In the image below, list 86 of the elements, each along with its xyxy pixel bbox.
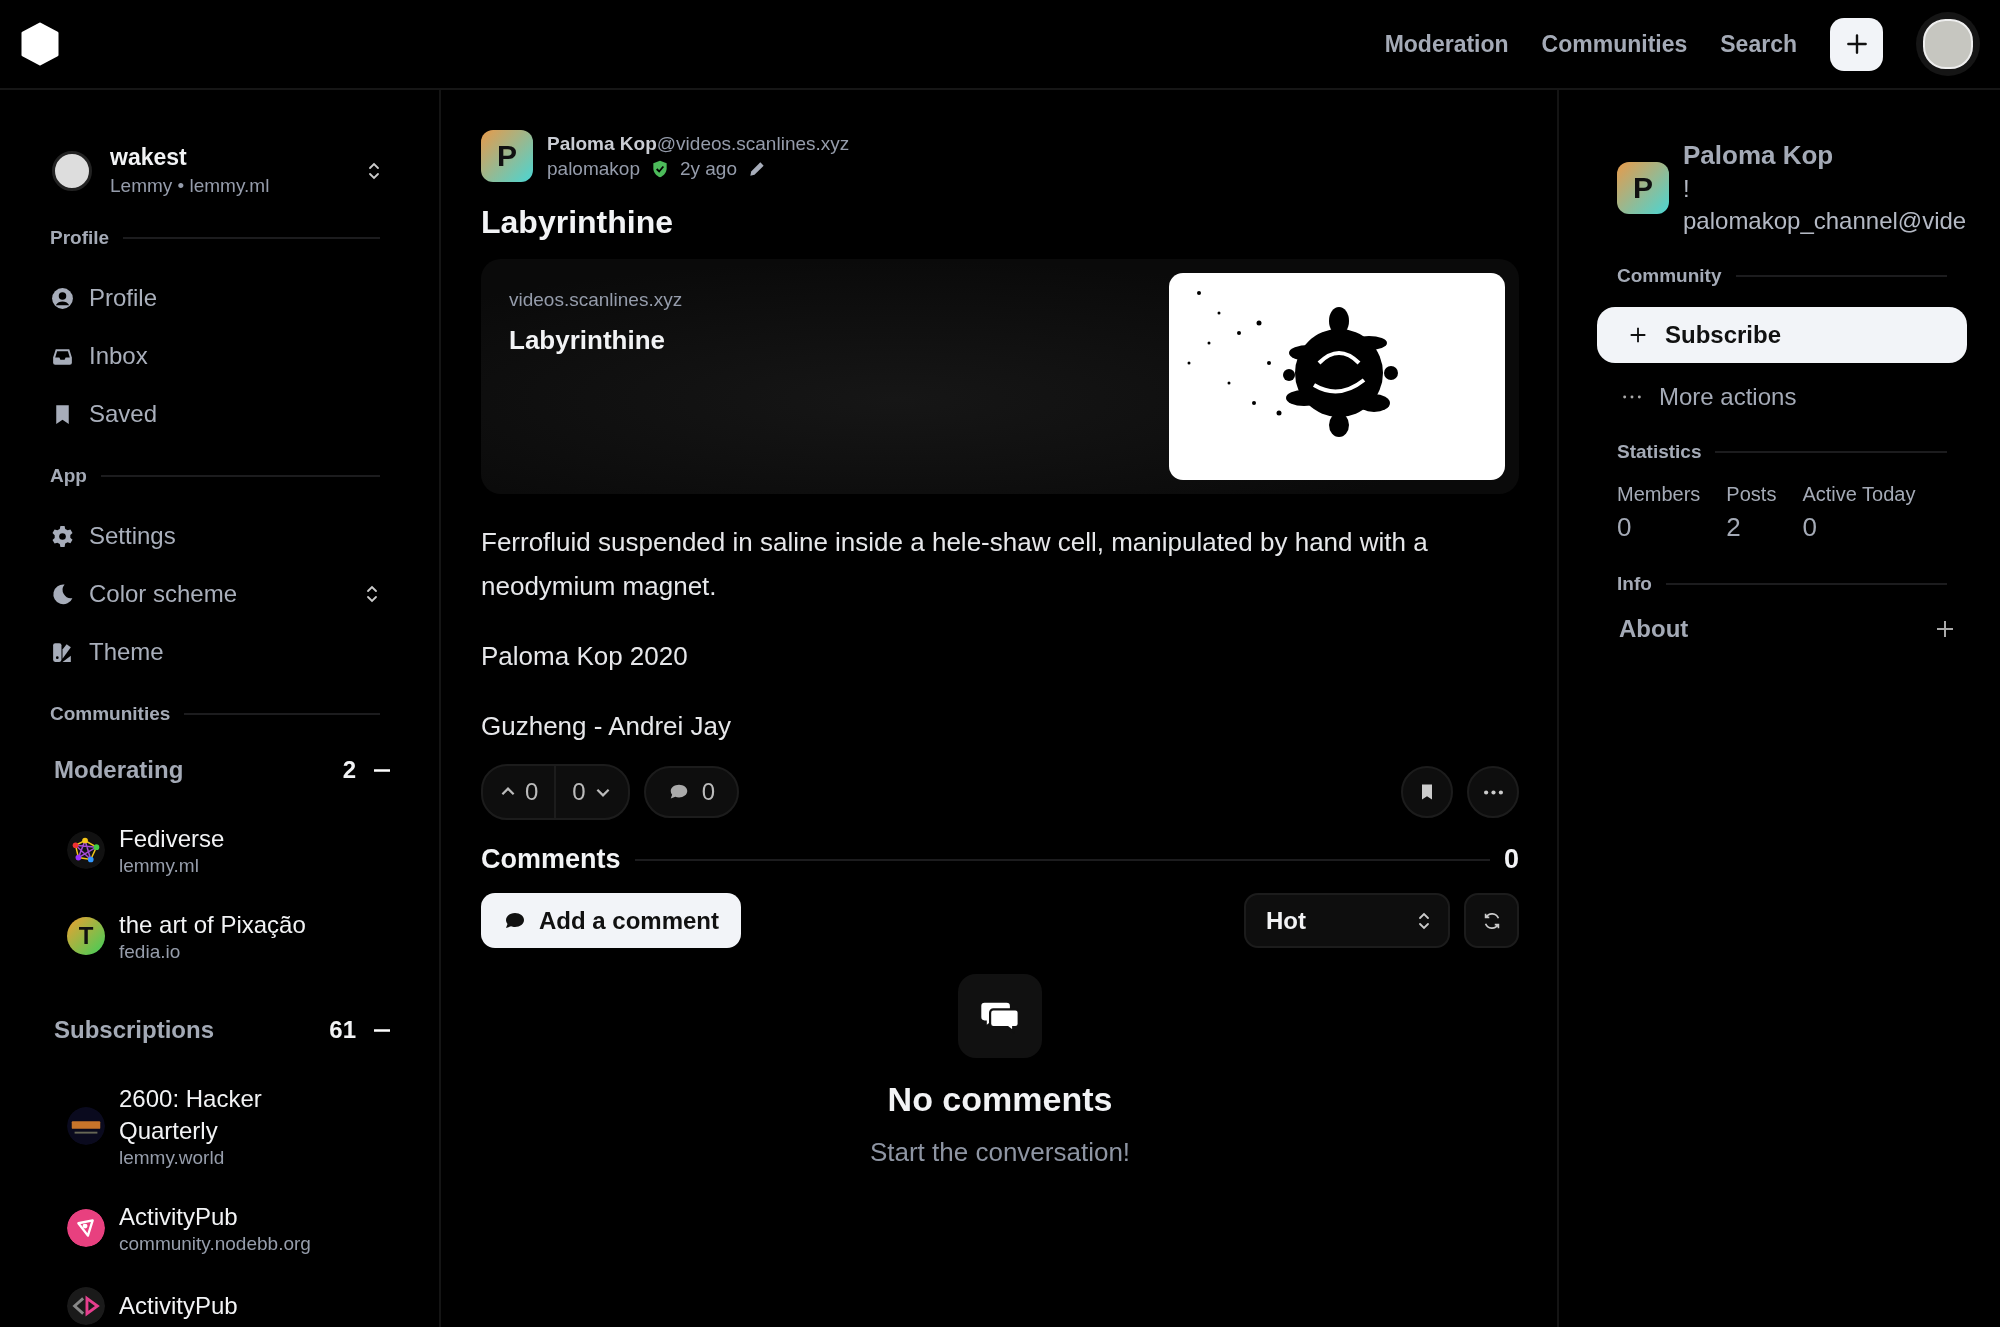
- comments-button[interactable]: 0: [643, 766, 740, 818]
- community-instance: lemmy.world: [119, 1147, 226, 1169]
- nav-link[interactable]: Communities: [1541, 30, 1688, 58]
- stat-value: 0: [1802, 512, 1818, 543]
- community-instance: fedia.io: [119, 941, 182, 963]
- community-instance: lemmy.ml: [119, 855, 200, 877]
- post-time: 2y ago: [679, 157, 737, 180]
- refresh-button[interactable]: [1464, 893, 1519, 948]
- plus-icon: [1935, 619, 1955, 639]
- create-button[interactable]: [1830, 17, 1883, 71]
- community-avatar: [67, 831, 105, 869]
- sidebar-item[interactable]: Settings: [50, 507, 378, 565]
- upvote-button[interactable]: 0: [483, 766, 555, 818]
- post-paragraph: Paloma Kop 2020: [481, 640, 689, 673]
- downvote-button[interactable]: 0: [554, 766, 628, 818]
- community-avatar: P: [1617, 161, 1669, 214]
- sidebar-item[interactable]: Inbox: [50, 327, 378, 385]
- section-title: App: [50, 465, 87, 487]
- group-toggle[interactable]: Subscriptions 61: [50, 1005, 390, 1055]
- chevron-updown-icon: [368, 160, 380, 181]
- community-item[interactable]: ActivityPub community.nodebb.org: [50, 1185, 390, 1271]
- comments-count: 0: [1503, 844, 1519, 875]
- community-name: ActivityPub: [119, 1202, 239, 1232]
- community-avatar: T: [67, 917, 105, 955]
- more-actions-button[interactable]: More actions: [1597, 383, 1821, 411]
- empty-text: Start the conversation!: [869, 1137, 1131, 1168]
- stat-value: 2: [1726, 512, 1742, 543]
- section-title: Statistics: [1617, 441, 1702, 463]
- link-card[interactable]: videos.scanlines.xyz Labyrinthine: [481, 259, 1519, 494]
- user-icon: [50, 285, 75, 311]
- about-toggle[interactable]: About: [1619, 615, 1955, 643]
- bookmark-button[interactable]: [1401, 766, 1453, 818]
- stat-value: 0: [1617, 512, 1633, 543]
- section-title: Communities: [50, 703, 171, 725]
- post-paragraph: Guzheng - Andrei Jay: [481, 710, 733, 743]
- community-item[interactable]: 2600: Hacker Quarterly lemmy.world: [50, 1067, 390, 1185]
- community-instance: community.nodebb.org: [119, 1233, 311, 1255]
- community-name: 2600: Hacker Quarterly: [119, 1084, 263, 1146]
- post-paragraph: Ferrofluid suspended in saline inside a hele-shaw cell, manipulated by hand with a neodymium magnet.: [481, 526, 1429, 603]
- account-instance: Lemmy • lemmy.ml: [110, 175, 271, 197]
- sidebar-item[interactable]: Saved: [50, 385, 378, 443]
- account-switcher[interactable]: wakest Lemmy • lemmy.ml: [50, 144, 380, 197]
- logo-icon[interactable]: [20, 22, 60, 66]
- author-name[interactable]: Paloma Kop@videos.scanlines.xyz: [547, 132, 850, 155]
- community-avatar: [67, 1107, 105, 1145]
- add-comment-button[interactable]: Add a comment: [481, 893, 742, 948]
- comments-heading: Comments: [481, 844, 621, 875]
- nav-link[interactable]: Moderation: [1384, 30, 1509, 58]
- account-name: wakest: [110, 144, 188, 171]
- community-title: Paloma Kop: [1683, 140, 1835, 171]
- community-avatar: [67, 1209, 105, 1247]
- nav-link[interactable]: Search: [1720, 30, 1797, 58]
- stat-label: Active Today: [1802, 483, 1916, 506]
- author-avatar[interactable]: P: [481, 130, 533, 182]
- community-avatar: [67, 1287, 105, 1325]
- group-toggle[interactable]: Moderating 2: [50, 745, 390, 795]
- sidebar-item[interactable]: Color scheme: [50, 565, 378, 623]
- stat-label: Members: [1617, 483, 1701, 506]
- community-name: ActivityPub: [119, 1291, 238, 1321]
- community-item[interactable]: T the art of Pixação fedia.io: [50, 893, 390, 979]
- section-title: Profile: [50, 227, 110, 249]
- community-name: the art of Pixação: [119, 910, 306, 940]
- more-icon: [1483, 789, 1503, 795]
- community-name: Fediverse: [119, 824, 225, 854]
- minus-icon: [374, 768, 390, 772]
- sort-select[interactable]: Hot: [1244, 893, 1450, 948]
- link-domain: videos.scanlines.xyz: [509, 289, 684, 311]
- post-title: Labyrinthine: [481, 204, 674, 241]
- sidebar-item[interactable]: Profile: [50, 269, 378, 327]
- minus-icon: [374, 1028, 390, 1032]
- chevron-updown-icon: [1418, 910, 1430, 931]
- sidebar-item[interactable]: Theme: [50, 623, 378, 681]
- settings-icon: [50, 523, 75, 549]
- stat-label: Posts: [1726, 483, 1777, 506]
- section-title: Info: [1617, 573, 1652, 595]
- author-username[interactable]: palomakop: [547, 157, 640, 180]
- empty-title: No comments: [887, 1080, 1113, 1119]
- community-prefix: !: [1683, 175, 1691, 203]
- section-title: Community: [1617, 265, 1722, 287]
- community-handle: palomakop_channel@vide: [1683, 207, 1967, 235]
- user-avatar: [52, 150, 92, 191]
- community-item[interactable]: Fediverse lemmy.ml: [50, 807, 390, 893]
- link-title: Labyrinthine: [509, 325, 666, 356]
- subscribe-button[interactable]: Subscribe: [1597, 307, 1967, 363]
- community-item[interactable]: ActivityPub: [50, 1271, 390, 1327]
- chat-bubbles-icon: [958, 974, 1042, 1058]
